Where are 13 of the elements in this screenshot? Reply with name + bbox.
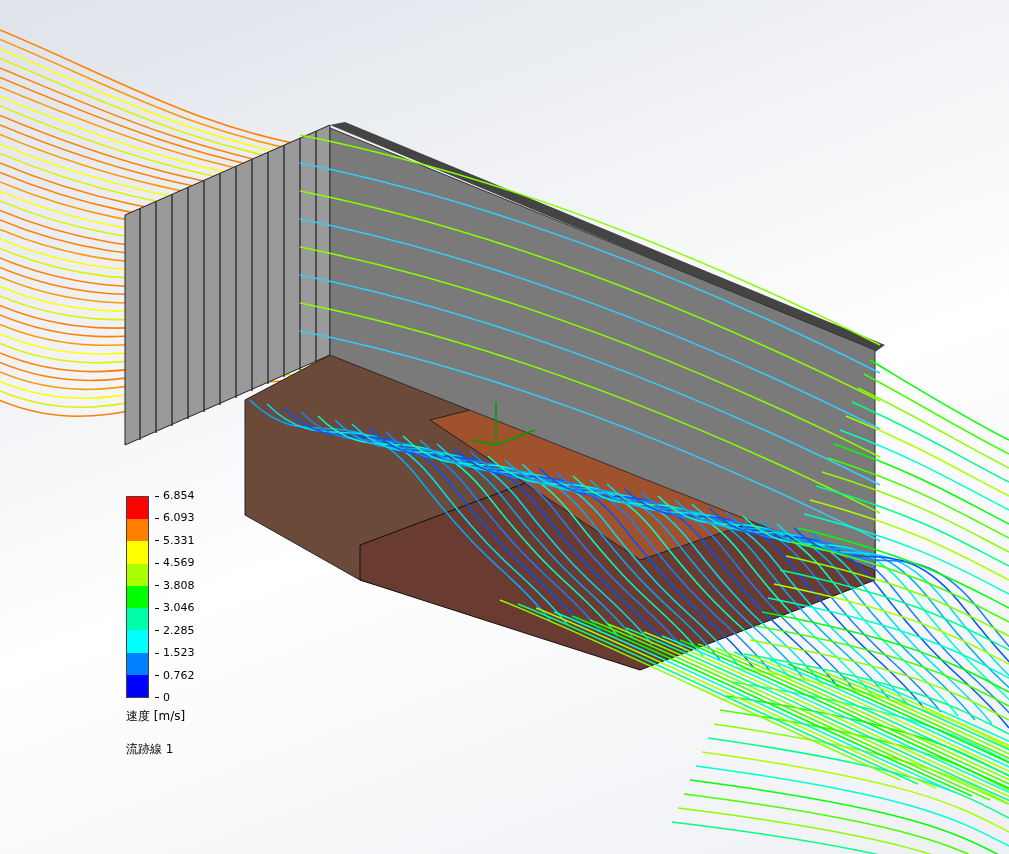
tick-label: 0 (163, 691, 170, 704)
tick-label: 0.762 (163, 669, 195, 682)
quantity-label: 速度 [m/s] (126, 708, 187, 725)
tick-label: 2.285 (163, 624, 195, 637)
tick-label: 3.046 (163, 602, 195, 615)
axis-triad-icon (469, 401, 536, 446)
tick-label: 1.523 (163, 647, 195, 660)
tick-label: 4.569 (163, 557, 195, 570)
tick-label: 5.331 (163, 534, 195, 547)
tick-label: 6.854 (163, 490, 195, 502)
tick-label: 6.093 (163, 512, 195, 525)
plot-name-label: 流跡線 1 (126, 741, 175, 758)
tick-label: 3.808 (163, 579, 195, 592)
